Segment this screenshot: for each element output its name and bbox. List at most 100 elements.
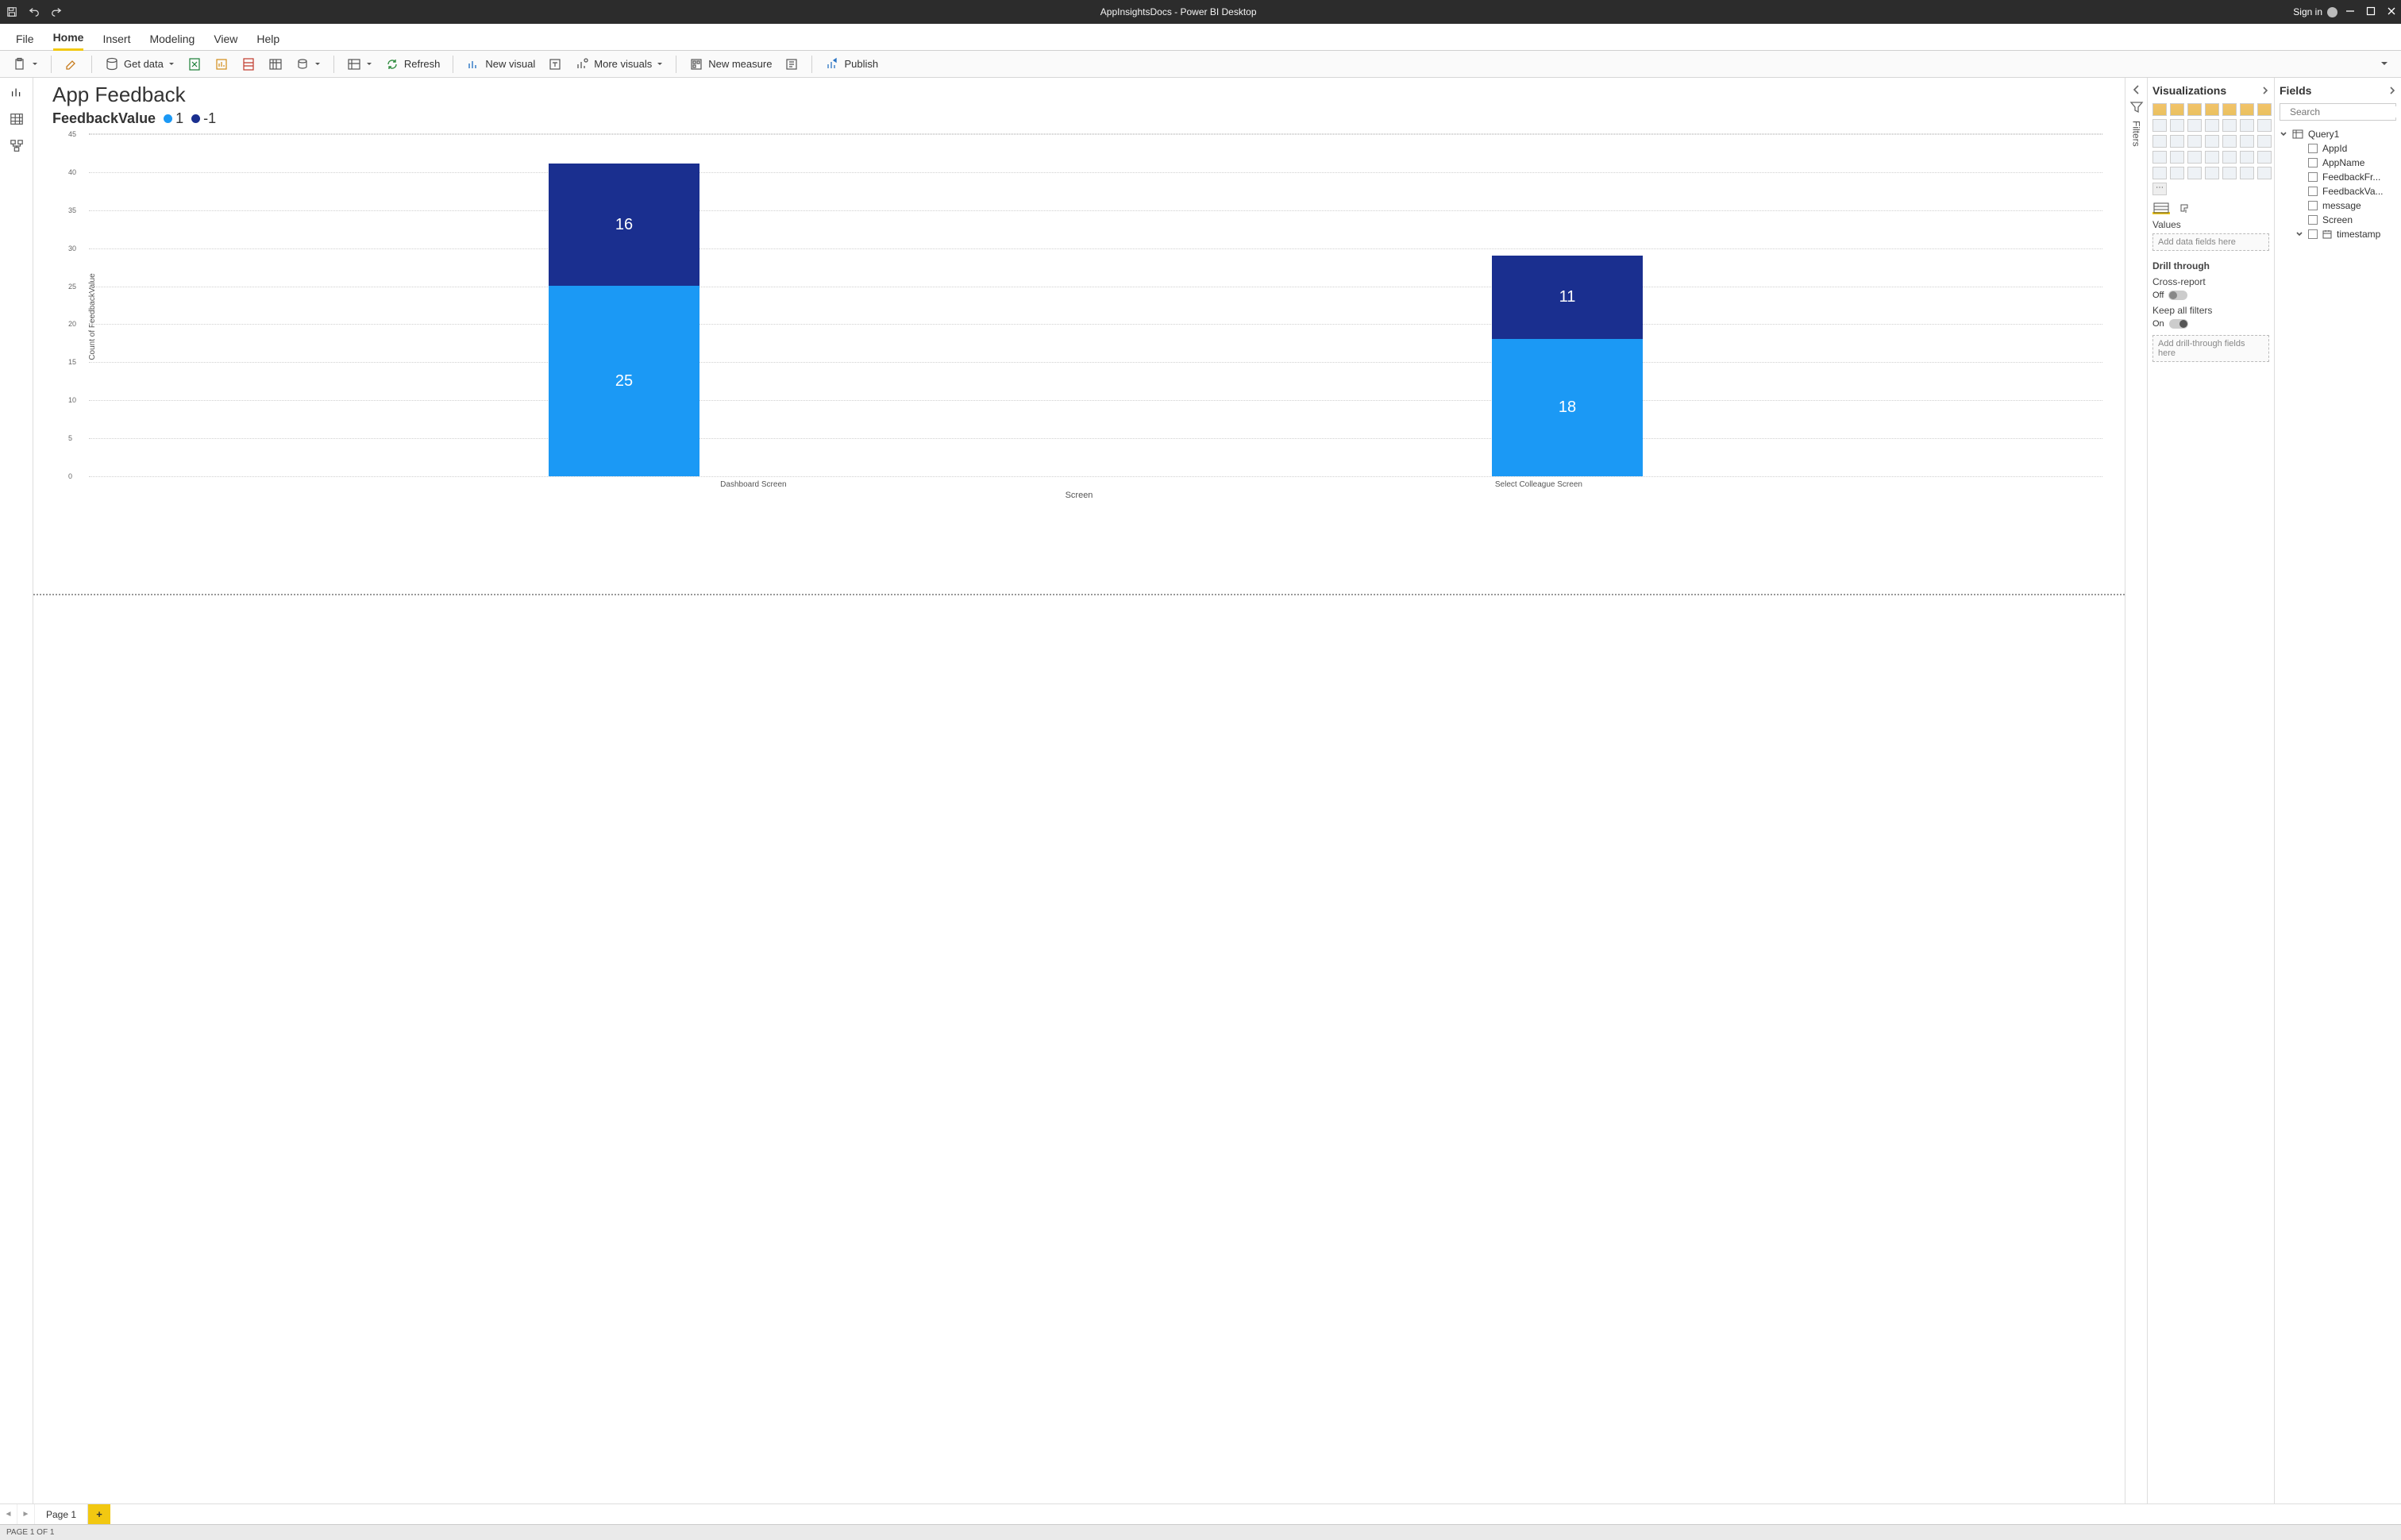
refresh-button[interactable]: Refresh: [380, 55, 445, 74]
bar-segment[interactable]: 16: [549, 164, 699, 286]
viz-type-tile[interactable]: [2170, 151, 2184, 164]
new-measure-button[interactable]: New measure: [684, 55, 777, 74]
viz-type-tile[interactable]: [2240, 151, 2254, 164]
viz-type-tile[interactable]: [2205, 151, 2219, 164]
viz-type-tile[interactable]: [2170, 103, 2184, 116]
fields-search-input[interactable]: [2290, 106, 2401, 117]
bar-segment[interactable]: 18: [1492, 339, 1643, 476]
sign-in-button[interactable]: Sign in: [2293, 6, 2337, 17]
data-view-icon[interactable]: [9, 111, 25, 127]
field-checkbox[interactable]: [2308, 158, 2318, 167]
format-tab[interactable]: [2178, 202, 2195, 214]
filters-pane-collapsed[interactable]: Filters: [2125, 78, 2147, 1503]
redo-icon[interactable]: [49, 5, 64, 19]
minimize-icon[interactable]: [2345, 6, 2355, 18]
bar-segment[interactable]: 25: [549, 286, 699, 476]
field-checkbox[interactable]: [2308, 229, 2318, 239]
viz-type-tile[interactable]: [2187, 119, 2202, 132]
legend-item-1[interactable]: 1: [164, 110, 183, 127]
viz-type-tile[interactable]: [2187, 167, 2202, 179]
field-column[interactable]: FeedbackFr...: [2280, 170, 2396, 184]
viz-type-tile[interactable]: [2257, 151, 2272, 164]
bar-group[interactable]: 2516: [549, 164, 699, 476]
maximize-icon[interactable]: [2366, 6, 2376, 18]
chevron-right-icon[interactable]: [2388, 87, 2396, 94]
legend-item-neg1[interactable]: -1: [191, 110, 216, 127]
enter-data-button[interactable]: [264, 55, 287, 74]
field-column[interactable]: FeedbackVa...: [2280, 184, 2396, 198]
values-well[interactable]: Add data fields here: [2152, 233, 2269, 251]
bar-segment[interactable]: 11: [1492, 256, 1643, 340]
add-page-button[interactable]: +: [88, 1504, 110, 1524]
field-checkbox[interactable]: [2308, 172, 2318, 182]
viz-type-tile[interactable]: [2257, 167, 2272, 179]
viz-type-tile[interactable]: [2170, 135, 2184, 148]
viz-type-tile[interactable]: [2257, 103, 2272, 116]
viz-type-tile[interactable]: [2222, 103, 2237, 116]
table-name-label[interactable]: Query1: [2308, 129, 2339, 140]
tab-insert[interactable]: Insert: [102, 33, 130, 50]
format-painter-button[interactable]: [60, 55, 83, 74]
report-canvas[interactable]: App Feedback FeedbackValue 1 -1 Count of…: [33, 78, 2125, 1503]
viz-type-tile[interactable]: [2152, 135, 2167, 148]
field-column[interactable]: Screen: [2280, 213, 2396, 227]
undo-icon[interactable]: [27, 5, 41, 19]
viz-type-tile[interactable]: [2222, 167, 2237, 179]
tab-help[interactable]: Help: [256, 33, 279, 50]
drill-through-well[interactable]: Add drill-through fields here: [2152, 335, 2269, 362]
field-checkbox[interactable]: [2308, 201, 2318, 210]
field-checkbox[interactable]: [2308, 187, 2318, 196]
viz-type-tile[interactable]: [2152, 119, 2167, 132]
viz-type-tile[interactable]: [2205, 135, 2219, 148]
new-visual-button[interactable]: New visual: [461, 55, 540, 74]
text-box-button[interactable]: [543, 55, 567, 74]
viz-type-tile[interactable]: [2205, 119, 2219, 132]
viz-type-tile[interactable]: [2257, 119, 2272, 132]
page-tab[interactable]: Page 1: [35, 1504, 88, 1524]
viz-type-tile[interactable]: [2222, 119, 2237, 132]
transform-data-button[interactable]: [342, 55, 377, 74]
field-column[interactable]: AppName: [2280, 156, 2396, 170]
tab-file[interactable]: File: [16, 33, 34, 50]
viz-type-tile[interactable]: [2257, 135, 2272, 148]
fields-table-node[interactable]: Query1: [2280, 127, 2396, 141]
viz-type-tile[interactable]: [2187, 151, 2202, 164]
chevron-left-icon[interactable]: [2131, 84, 2142, 95]
more-visuals-button[interactable]: More visuals: [570, 55, 668, 74]
fields-tab[interactable]: [2152, 202, 2170, 214]
viz-type-tile[interactable]: [2170, 119, 2184, 132]
viz-type-tile[interactable]: [2240, 103, 2254, 116]
publish-button[interactable]: Publish: [820, 55, 883, 74]
model-view-icon[interactable]: [9, 138, 25, 154]
viz-type-tile[interactable]: [2187, 103, 2202, 116]
viz-type-tile[interactable]: [2222, 135, 2237, 148]
viz-type-tile[interactable]: [2240, 167, 2254, 179]
close-icon[interactable]: [2387, 6, 2396, 18]
sql-source-button[interactable]: [237, 55, 260, 74]
field-checkbox[interactable]: [2308, 144, 2318, 153]
viz-type-tile[interactable]: [2187, 135, 2202, 148]
excel-source-button[interactable]: [183, 55, 206, 74]
chevron-right-icon[interactable]: [2261, 87, 2269, 94]
chevron-down-icon[interactable]: [2295, 230, 2303, 238]
field-column[interactable]: timestamp: [2280, 227, 2396, 241]
page-nav-prev[interactable]: ◄: [0, 1504, 17, 1524]
field-checkbox[interactable]: [2308, 215, 2318, 225]
viz-type-tile[interactable]: [2240, 135, 2254, 148]
paste-button[interactable]: [8, 55, 43, 74]
viz-type-tile[interactable]: [2205, 167, 2219, 179]
viz-type-tile[interactable]: [2205, 103, 2219, 116]
keep-filters-toggle[interactable]: [2169, 319, 2188, 329]
viz-type-tile[interactable]: [2240, 119, 2254, 132]
viz-type-tile[interactable]: [2152, 103, 2167, 116]
bar-group[interactable]: 1811: [1492, 256, 1643, 476]
field-column[interactable]: AppId: [2280, 141, 2396, 156]
chevron-down-icon[interactable]: [2280, 130, 2287, 138]
viz-type-tile[interactable]: [2170, 167, 2184, 179]
report-view-icon[interactable]: [9, 84, 25, 100]
ribbon-overflow-button[interactable]: [2376, 56, 2393, 71]
field-column[interactable]: message: [2280, 198, 2396, 213]
page-nav-next[interactable]: ►: [17, 1504, 35, 1524]
get-data-button[interactable]: Get data: [100, 55, 179, 74]
viz-type-tile[interactable]: [2152, 167, 2167, 179]
